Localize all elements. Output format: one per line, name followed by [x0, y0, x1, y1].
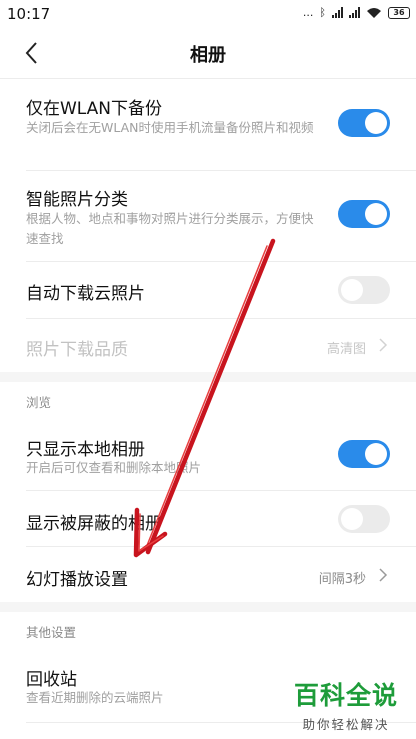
section-header-other: 其他设置	[26, 625, 77, 640]
toggle-knob	[341, 279, 363, 301]
chevron-right-icon	[379, 338, 388, 352]
hidden-albums-toggle[interactable]	[338, 505, 390, 533]
signal-icon-2	[349, 7, 360, 18]
page-title: 相册	[190, 45, 226, 66]
setting-value: 高清图	[326, 342, 366, 357]
status-icons: ... ᛒ 36	[303, 6, 410, 19]
toggle-knob	[365, 443, 387, 465]
setting-title: 幻灯播放设置	[26, 570, 128, 590]
setting-title: 显示被屏蔽的相册	[26, 514, 162, 534]
status-time: 10:17	[7, 5, 51, 23]
setting-desc: 查看近期删除的云端照片	[26, 690, 164, 705]
section-gap	[0, 372, 416, 382]
bluetooth-icon: ᛒ	[319, 6, 326, 19]
setting-auto-download[interactable]: 自动下载云照片	[0, 262, 416, 318]
chevron-right-icon	[379, 568, 388, 582]
setting-download-quality: 照片下载品质 高清图	[0, 319, 416, 372]
auto-download-toggle[interactable]	[338, 276, 390, 304]
setting-local-albums[interactable]: 只显示本地相册 开启后可仅查看和删除本地照片	[0, 420, 416, 490]
wlan-backup-toggle[interactable]	[338, 109, 390, 137]
setting-title: 自动下载云照片	[26, 284, 145, 304]
setting-title: 智能照片分类	[26, 190, 128, 210]
watermark-sub: 助你轻松解决	[302, 717, 390, 732]
toggle-knob	[341, 508, 363, 530]
signal-icon	[332, 7, 343, 18]
section-header-browse: 浏览	[26, 395, 52, 410]
toggle-knob	[365, 112, 387, 134]
wifi-icon	[367, 7, 381, 18]
setting-smart-classification[interactable]: 智能照片分类 根据人物、地点和事物对照片进行分类展示，方便快速查找	[0, 171, 416, 261]
watermark-logo: 百科全说 助你轻松解决	[290, 676, 402, 733]
battery-icon: 36	[388, 6, 410, 19]
setting-title: 只显示本地相册	[26, 440, 145, 460]
setting-title: 回收站	[26, 670, 77, 690]
setting-title: 仅在WLAN下备份	[26, 99, 163, 119]
smart-classification-toggle[interactable]	[338, 200, 390, 228]
watermark-main: 百科全说	[293, 681, 398, 710]
divider	[0, 78, 416, 79]
setting-desc: 关闭后会在无WLAN时使用手机流量备份照片和视频	[26, 120, 314, 135]
toggle-knob	[365, 203, 387, 225]
setting-slideshow[interactable]: 幻灯播放设置 间隔3秒	[0, 547, 416, 602]
setting-value: 间隔3秒	[318, 572, 366, 587]
local-albums-toggle[interactable]	[338, 440, 390, 468]
section-gap	[0, 602, 416, 612]
setting-desc: 根据人物、地点和事物对照片进行分类展示，方便快速查找	[26, 211, 314, 246]
notification-dots-icon: ...	[302, 6, 314, 19]
setting-title: 照片下载品质	[26, 340, 128, 360]
setting-wlan-backup[interactable]: 仅在WLAN下备份 关闭后会在无WLAN时使用手机流量备份照片和视频	[0, 80, 416, 170]
setting-hidden-albums[interactable]: 显示被屏蔽的相册	[0, 491, 416, 546]
status-bar: 10:17 ... ᛒ 36	[0, 0, 416, 28]
setting-desc: 开启后可仅查看和删除本地照片	[26, 460, 202, 475]
nav-bar: 相册	[0, 28, 416, 78]
